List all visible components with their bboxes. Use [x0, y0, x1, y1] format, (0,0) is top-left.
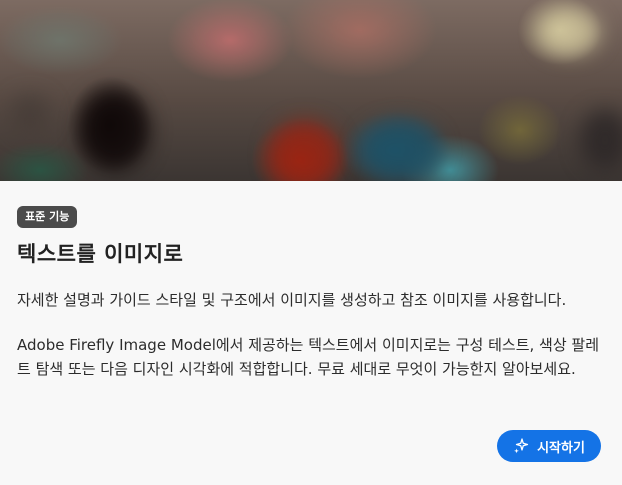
description-detail: Adobe Firefly Image Model에서 제공하는 텍스트에서 이… [17, 336, 600, 378]
feature-badge: 표준 기능 [17, 206, 78, 228]
sparkle-icon [514, 438, 529, 454]
card-title: 텍스트를 이미지로 [17, 242, 184, 266]
description-summary: 자세한 설명과 가이드 스타일 및 구조에서 이미지를 생성하고 참조 이미지를… [17, 291, 567, 309]
hero-image [0, 0, 622, 181]
feature-card: 표준 기능 텍스트를 이미지로 자세한 설명과 가이드 스타일 및 구조에서 이… [0, 0, 622, 485]
card-content: 표준 기능 텍스트를 이미지로 자세한 설명과 가이드 스타일 및 구조에서 이… [17, 205, 607, 381]
start-button-label: 시작하기 [537, 440, 585, 456]
start-button[interactable]: 시작하기 [497, 430, 601, 462]
